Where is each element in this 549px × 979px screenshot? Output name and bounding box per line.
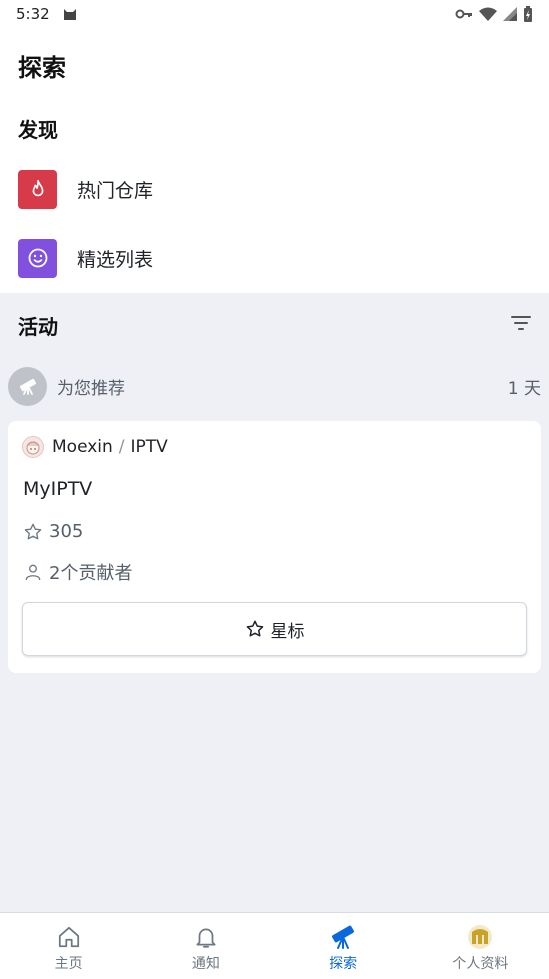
- bottom-nav: 主页 通知 探索 个人资料: [0, 912, 549, 979]
- repo-contributors: 2个贡献者: [23, 559, 132, 585]
- status-bar: 5:32: [0, 0, 549, 28]
- trending-repos-item[interactable]: 热门仓库: [0, 159, 549, 219]
- repo-stars: 305: [23, 521, 83, 542]
- home-icon: [58, 926, 79, 948]
- repo-star-count: 305: [49, 521, 84, 542]
- repo-contributor-count: 2个贡献者: [49, 563, 133, 584]
- activity-header: 活动: [0, 293, 549, 353]
- repo-card[interactable]: Moexin / IPTV MyIPTV 305 2个贡献者 星标: [8, 421, 541, 673]
- filter-icon[interactable]: [509, 311, 533, 335]
- nav-notifications-label: 通知: [191, 956, 220, 972]
- nav-explore-label: 探索: [329, 956, 358, 972]
- star-outline-icon: [24, 523, 42, 539]
- activity-section-title: 活动: [18, 315, 58, 339]
- battery-icon: [524, 6, 532, 22]
- nav-notifications[interactable]: 通知: [137, 913, 274, 979]
- repo-separator: /: [118, 437, 125, 457]
- wifi-icon: [479, 7, 497, 21]
- flame-icon: [18, 169, 57, 209]
- repo-description: MyIPTV: [23, 478, 93, 500]
- status-time: 5:32: [16, 5, 50, 23]
- star-button-label: 星标: [270, 621, 305, 642]
- recommendation-time: 1 天: [507, 378, 541, 399]
- nav-home-label: 主页: [54, 956, 83, 972]
- star-icon: [246, 620, 263, 637]
- nav-profile[interactable]: 个人资料: [412, 913, 549, 979]
- person-icon: [25, 564, 41, 581]
- nav-profile-label: 个人资料: [452, 956, 509, 972]
- telescope-icon: [332, 925, 355, 949]
- telescope-icon: [8, 366, 47, 406]
- recommendation-row: 为您推荐 1 天: [8, 366, 541, 406]
- repo-owner[interactable]: Moexin: [52, 437, 113, 457]
- page-title: 探索: [18, 54, 66, 82]
- owner-avatar[interactable]: [22, 436, 44, 458]
- featured-lists-item[interactable]: 精选列表: [0, 228, 549, 288]
- status-icons: [455, 6, 533, 22]
- featured-lists-label: 精选列表: [77, 248, 154, 271]
- repo-heading: Moexin / IPTV: [22, 436, 168, 458]
- cat-icon: [63, 9, 76, 20]
- repo-name[interactable]: IPTV: [131, 437, 168, 457]
- star-button[interactable]: 星标: [22, 602, 527, 656]
- nav-explore[interactable]: 探索: [275, 913, 412, 979]
- smiley-icon: [18, 238, 57, 278]
- key-icon: [455, 9, 472, 19]
- trending-repos-label: 热门仓库: [77, 179, 154, 202]
- explore-top-section: 探索 发现 热门仓库 精选列表: [0, 28, 549, 293]
- nav-home[interactable]: 主页: [0, 913, 137, 979]
- discover-section-title: 发现: [18, 118, 58, 142]
- bell-icon: [196, 928, 216, 948]
- profile-avatar-icon: [468, 925, 493, 949]
- recommendation-label: 为您推荐: [57, 378, 125, 399]
- signal-icon: [503, 7, 517, 21]
